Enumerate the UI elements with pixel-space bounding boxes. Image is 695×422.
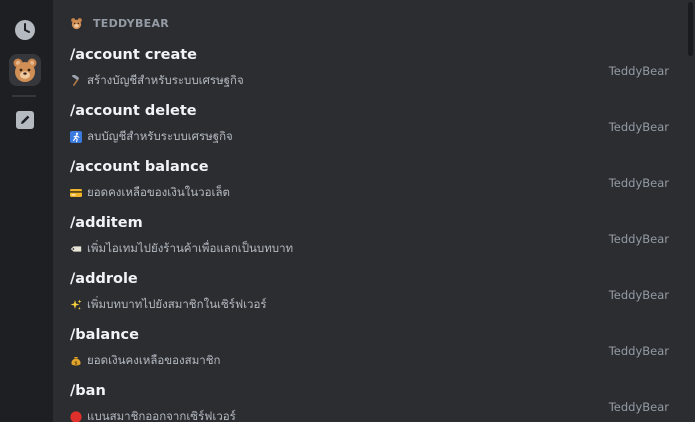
teddybear-app-icon	[13, 58, 37, 82]
person-running-exit-icon	[70, 131, 82, 143]
command-item[interactable]: /account balance ยอดคงเหลือของเงินในวอเล…	[53, 154, 683, 210]
section-title: TEDDYBEAR	[93, 16, 170, 30]
teddybear-icon	[71, 17, 82, 29]
command-item[interactable]: /balance $ ยอดเงินคงเหลือของสมาชิก Teddy…	[53, 322, 683, 378]
money-bag-icon: $	[71, 357, 81, 366]
command-list-panel: TEDDYBEAR /account create สร้างบัญชีสำหร…	[53, 0, 695, 422]
red-circle-icon	[70, 411, 82, 422]
command-name: /ban	[70, 383, 106, 399]
command-name: /account balance	[70, 159, 209, 175]
teddybear-app-button[interactable]	[9, 54, 41, 86]
hammer-icon	[72, 75, 79, 86]
command-description-row: ลบบัญชีสำหรับระบบเศรษฐกิจ	[70, 128, 233, 146]
section-header: TEDDYBEAR	[70, 14, 169, 32]
command-source: TeddyBear	[608, 120, 669, 134]
price-tag-icon	[70, 246, 82, 252]
rail-divider	[12, 95, 36, 97]
recent-button[interactable]	[9, 14, 41, 46]
scrollbar-thumb[interactable]	[688, 2, 693, 56]
credit-card-icon	[70, 189, 82, 197]
command-description-row: $ ยอดเงินคงเหลือของสมาชิก	[70, 352, 221, 370]
command-description: ยอดเงินคงเหลือของสมาชิก	[87, 353, 221, 367]
command-item[interactable]: /ban แบนสมาชิกออกจากเซิร์ฟเวอร์ TeddyBea…	[53, 378, 683, 422]
svg-text:$: $	[74, 360, 77, 366]
command-description-row: เพิ่มบทบาทไปยังสมาชิกในเซิร์ฟเวอร์	[70, 296, 267, 314]
command-description: สร้างบัญชีสำหรับระบบเศรษฐกิจ	[87, 73, 244, 87]
command-source: TeddyBear	[608, 232, 669, 246]
command-source: TeddyBear	[608, 64, 669, 78]
app-rail	[0, 0, 53, 422]
command-description: เพิ่มบทบาทไปยังสมาชิกในเซิร์ฟเวอร์	[87, 297, 267, 311]
command-description-row: แบนสมาชิกออกจากเซิร์ฟเวอร์	[70, 408, 236, 422]
command-source: TeddyBear	[608, 288, 669, 302]
command-name: /addrole	[70, 271, 138, 287]
command-source: TeddyBear	[608, 176, 669, 190]
command-name: /additem	[70, 215, 143, 231]
command-name: /balance	[70, 327, 139, 343]
command-description-row: สร้างบัญชีสำหรับระบบเศรษฐกิจ	[70, 72, 244, 90]
command-name: /account delete	[70, 103, 197, 119]
command-description: แบนสมาชิกออกจากเซิร์ฟเวอร์	[87, 409, 236, 422]
command-source: TeddyBear	[608, 400, 669, 414]
sparkles-icon	[70, 299, 82, 310]
command-item[interactable]: /additem เพิ่มไอเทมไปยังร้านค้าเพื่อแลกเ…	[53, 210, 683, 266]
command-description: ลบบัญชีสำหรับระบบเศรษฐกิจ	[87, 129, 233, 143]
command-description: เพิ่มไอเทมไปยังร้านค้าเพื่อแลกเป็นบทบาท	[87, 241, 294, 255]
scrollbar-track[interactable]	[687, 0, 693, 422]
command-description-row: เพิ่มไอเทมไปยังร้านค้าเพื่อแลกเป็นบทบาท	[70, 240, 293, 258]
command-item[interactable]: /addrole เพิ่มบทบาทไปยังสมาชิกในเซิร์ฟเว…	[53, 266, 683, 322]
command-description-row: ยอดคงเหลือของเงินในวอเล็ต	[70, 184, 230, 202]
command-item[interactable]: /account create สร้างบัญชีสำหรับระบบเศรษ…	[53, 42, 683, 98]
command-description: ยอดคงเหลือของเงินในวอเล็ต	[87, 185, 230, 199]
recent-icon	[15, 20, 35, 40]
command-item[interactable]: /account delete ลบบัญชีสำหรับระบบเศรษฐกิ…	[53, 98, 683, 154]
edit-button[interactable]	[9, 104, 41, 136]
edit-icon	[16, 111, 34, 129]
command-name: /account create	[70, 47, 197, 63]
command-source: TeddyBear	[608, 344, 669, 358]
